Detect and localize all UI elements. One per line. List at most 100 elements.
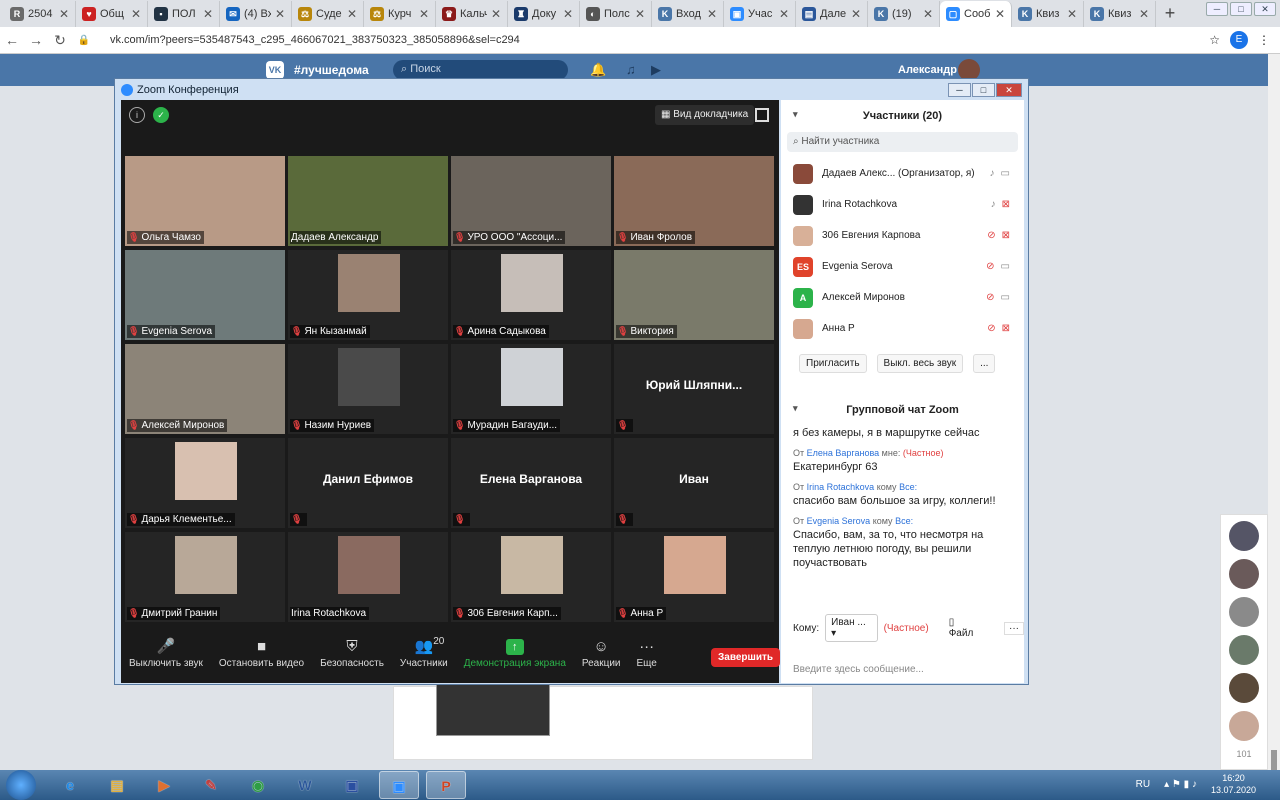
video-tile[interactable]: 🎙 Виктория: [614, 250, 774, 340]
video-tile[interactable]: 🎙 Арина Садыкова: [451, 250, 611, 340]
participant-search-input[interactable]: ⌕ Найти участника: [787, 132, 1018, 152]
video-tile[interactable]: 🎙 Дарья Клементье...: [125, 438, 285, 528]
participant-row[interactable]: Анна Р ⊘ ⊠: [781, 313, 1024, 344]
file-button[interactable]: ▯ Файл: [949, 617, 980, 639]
video-tile[interactable]: Юрий Шляпни... 🎙: [614, 344, 774, 434]
tab-close-icon[interactable]: ✕: [923, 7, 933, 21]
camera-off-icon[interactable]: ⊠: [1002, 230, 1010, 241]
chat-sender[interactable]: Evgenia Serova: [807, 516, 871, 526]
reactions-button[interactable]: ☺ Реакции: [574, 636, 629, 669]
tab-close-icon[interactable]: ✕: [419, 7, 429, 21]
participant-row[interactable]: Дадаев Алекс... (Организатор, я) ♪ ▭: [781, 158, 1024, 189]
chat-recipient-select[interactable]: Иван ... ▾: [825, 614, 878, 642]
participants-button[interactable]: 👥 20 Участники: [392, 636, 456, 669]
avatar[interactable]: [1229, 559, 1259, 589]
camera-off-icon[interactable]: ⊠: [1002, 323, 1010, 334]
taskbar-tools-icon[interactable]: ✎: [191, 771, 231, 799]
browser-tab[interactable]: ▢ Сооб ✕: [940, 1, 1012, 27]
taskbar-chrome-icon[interactable]: ◉: [238, 771, 278, 799]
participant-row[interactable]: ES Evgenia Serova ⊘ ▭: [781, 251, 1024, 282]
mic-icon[interactable]: ♪: [991, 199, 996, 210]
taskbar-zoom-icon[interactable]: ▣: [379, 771, 419, 799]
more-button[interactable]: ··· Еще: [629, 636, 665, 669]
mic-muted-icon[interactable]: ⊘: [987, 230, 995, 241]
avatar[interactable]: [1229, 711, 1259, 741]
chevron-down-icon[interactable]: ▾: [793, 403, 798, 414]
video-tile[interactable]: Елена Варганова 🎙: [451, 438, 611, 528]
mute-all-button[interactable]: Выкл. весь звук: [876, 354, 964, 373]
video-tile[interactable]: 🎙 306 Евгения Карп...: [451, 532, 611, 622]
tray-icons[interactable]: ▴ ⚑ ▮ ♪: [1164, 779, 1197, 790]
browser-tab[interactable]: ⚖ Курч ✕: [364, 1, 436, 27]
page-scrollbar[interactable]: [1268, 54, 1280, 800]
forward-icon[interactable]: →: [24, 32, 48, 48]
info-icon[interactable]: i: [129, 107, 145, 123]
tab-close-icon[interactable]: ✕: [1067, 7, 1077, 21]
avatar[interactable]: [1229, 635, 1259, 665]
clock[interactable]: 16:20 13.07.2020: [1211, 772, 1256, 796]
mute-audio-button[interactable]: 🎤 Выключить звук: [121, 636, 211, 669]
browser-tab[interactable]: ◐ Полс ✕: [580, 1, 652, 27]
menu-kebab-icon[interactable]: ⋮: [1258, 33, 1270, 47]
browser-tab[interactable]: ♛ Кальч ✕: [436, 1, 508, 27]
chat-sender[interactable]: Irina Rotachkova: [807, 482, 875, 492]
taskbar-word-icon[interactable]: W: [285, 771, 325, 799]
participant-row[interactable]: A Алексей Миронов ⊘ ▭: [781, 282, 1024, 313]
tab-close-icon[interactable]: ✕: [635, 7, 645, 21]
bell-icon[interactable]: 🔔: [590, 62, 606, 78]
tab-close-icon[interactable]: ✕: [491, 7, 501, 21]
taskbar-media-icon[interactable]: ▶: [144, 771, 184, 799]
chevron-down-icon[interactable]: ▾: [793, 109, 798, 120]
avatar[interactable]: [1229, 521, 1259, 551]
participant-row[interactable]: Irina Rotachkova ♪ ⊠: [781, 189, 1024, 220]
mic-muted-icon[interactable]: ⊘: [986, 292, 994, 303]
video-tile[interactable]: 🎙 Дмитрий Гранин: [125, 532, 285, 622]
participant-row[interactable]: 306 Евгения Карпова ⊘ ⊠: [781, 220, 1024, 251]
chat-more-button[interactable]: ···: [1004, 621, 1024, 635]
tab-close-icon[interactable]: ✕: [1139, 7, 1149, 21]
browser-tab[interactable]: K Квиз ✕: [1084, 1, 1156, 27]
taskbar-powerpoint-icon[interactable]: P: [426, 771, 466, 799]
close-button[interactable]: ✕: [1254, 2, 1276, 16]
security-button[interactable]: ⛨ Безопасность: [312, 636, 392, 669]
reload-icon[interactable]: ↻: [48, 32, 72, 49]
avatar[interactable]: [1229, 673, 1259, 703]
end-meeting-button[interactable]: Завершить: [711, 648, 781, 667]
tab-close-icon[interactable]: ✕: [131, 7, 141, 21]
zoom-close-button[interactable]: ✕: [996, 83, 1022, 97]
share-screen-button[interactable]: ↑ Демонстрация экрана: [456, 636, 574, 669]
avatar[interactable]: [1229, 597, 1259, 627]
video-tile[interactable]: 🎙 Ольга Чамзо: [125, 156, 285, 246]
tab-close-icon[interactable]: ✕: [707, 7, 717, 21]
new-tab-button[interactable]: +: [1156, 1, 1184, 27]
video-tile[interactable]: 🎙 Evgenia Serova: [125, 250, 285, 340]
tab-close-icon[interactable]: ✕: [59, 7, 69, 21]
play-icon[interactable]: ▶: [651, 62, 661, 78]
browser-tab[interactable]: ♥ Общ ✕: [76, 1, 148, 27]
vk-logo[interactable]: VK: [266, 61, 284, 79]
music-icon[interactable]: ♫: [626, 62, 636, 77]
attached-screenshot-thumbnail[interactable]: [436, 684, 550, 736]
video-tile[interactable]: 🎙 Назим Нуриев: [288, 344, 448, 434]
camera-icon[interactable]: ▭: [1001, 168, 1010, 179]
taskbar-save-icon[interactable]: ▣: [332, 771, 372, 799]
tab-close-icon[interactable]: ✕: [203, 7, 213, 21]
video-tile[interactable]: 🎙 Ян Кызанмай: [288, 250, 448, 340]
mic-icon[interactable]: ♪: [990, 168, 995, 179]
invite-button[interactable]: Пригласить: [799, 354, 867, 373]
tab-close-icon[interactable]: ✕: [779, 7, 789, 21]
vk-hashtag[interactable]: #лучшедома: [294, 63, 369, 77]
browser-tab[interactable]: ✉ (4) Вх ✕: [220, 1, 292, 27]
browser-tab[interactable]: ▪ ПОЛ ✕: [148, 1, 220, 27]
video-tile[interactable]: Irina Rotachkova: [288, 532, 448, 622]
browser-tab[interactable]: ♜ Доку ✕: [508, 1, 580, 27]
tab-close-icon[interactable]: ✕: [347, 7, 357, 21]
camera-icon[interactable]: ▭: [1001, 261, 1010, 272]
taskbar-explorer-icon[interactable]: ▤: [97, 771, 137, 799]
browser-tab[interactable]: ⚖ Суде ✕: [292, 1, 364, 27]
profile-avatar[interactable]: E: [1230, 31, 1248, 49]
browser-tab[interactable]: R 2504 ✕: [4, 1, 76, 27]
zoom-minimize-button[interactable]: ─: [948, 83, 971, 97]
browser-tab[interactable]: ▣ Учас ✕: [724, 1, 796, 27]
tab-close-icon[interactable]: ✕: [563, 7, 573, 21]
